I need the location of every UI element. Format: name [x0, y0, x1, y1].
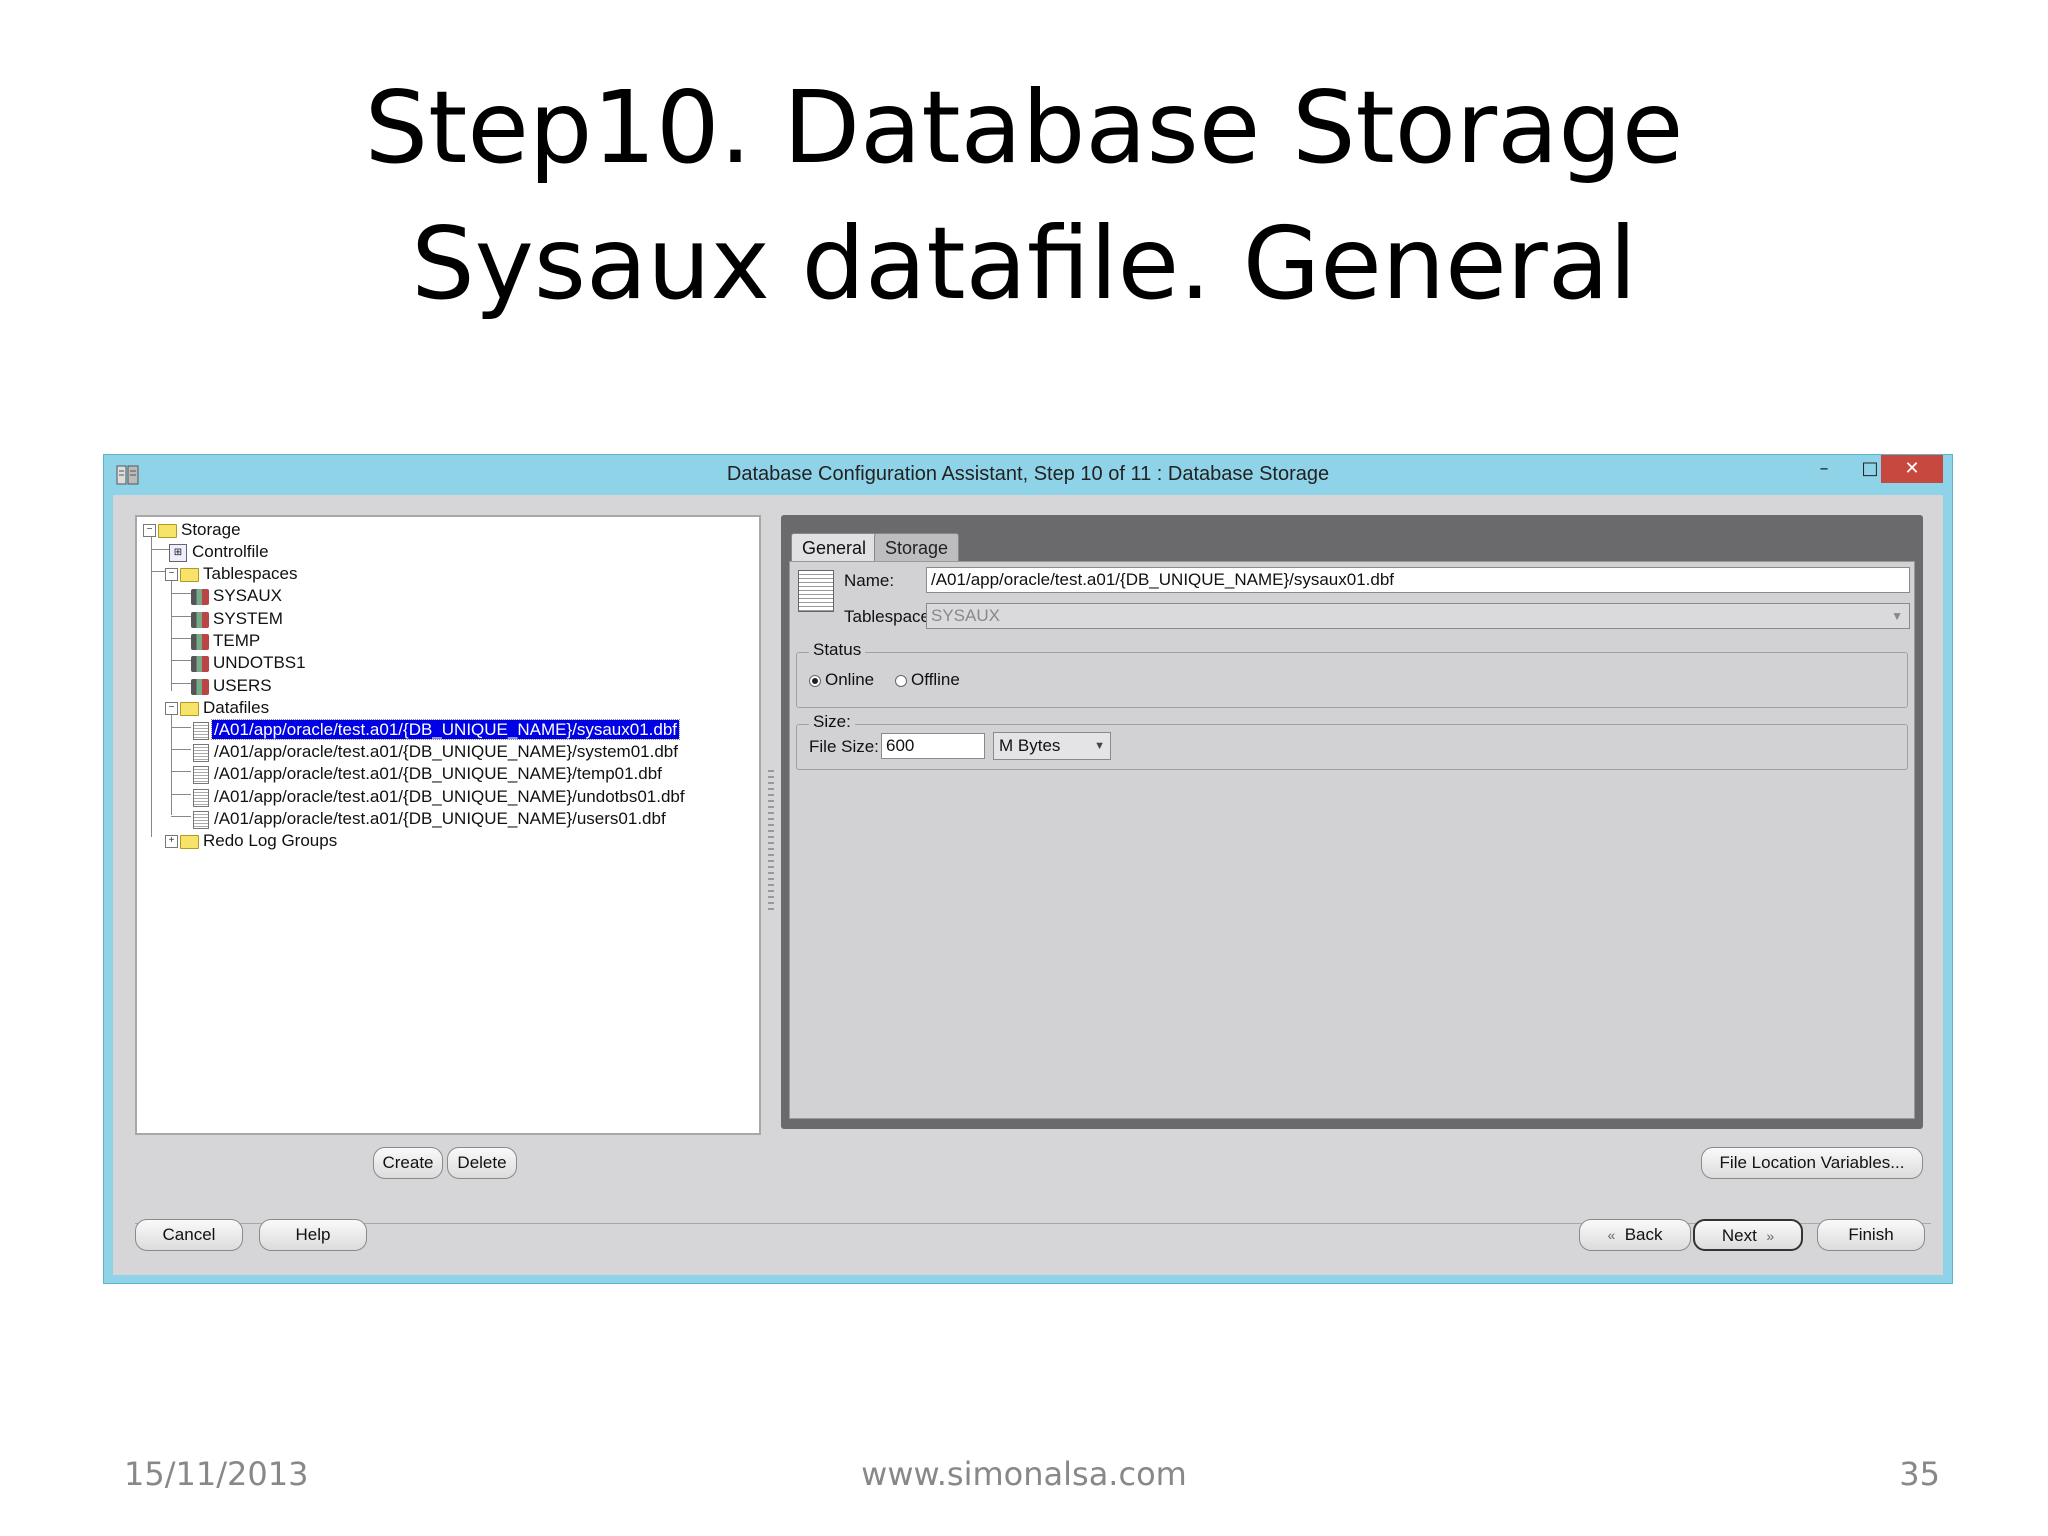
tablespace-icon: [191, 633, 209, 650]
online-radio[interactable]: [809, 675, 821, 687]
dropdown-arrow-icon: ▼: [1891, 609, 1903, 623]
window-title: Database Configuration Assistant, Step 1…: [726, 463, 1330, 485]
dropdown-arrow-icon: ▼: [1094, 740, 1105, 752]
tree-node-label: Controlfile: [192, 542, 269, 561]
folder-icon: [180, 567, 199, 582]
tree-node-label: /A01/app/oracle/test.a01/{DB_UNIQUE_NAME…: [214, 742, 678, 761]
next-chevron-icon: »: [1766, 1228, 1775, 1244]
file-location-variables-button[interactable]: File Location Variables...: [1701, 1147, 1923, 1179]
dbca-window: Database Configuration Assistant, Step 1…: [103, 454, 1953, 1284]
next-label: Next: [1721, 1226, 1757, 1245]
back-chevron-icon: «: [1607, 1227, 1616, 1243]
title-bar[interactable]: Database Configuration Assistant, Step 1…: [104, 455, 1952, 495]
tablespace-value: SYSAUX: [931, 606, 1000, 625]
footer-website: www.simonalsa.com: [861, 1455, 1187, 1493]
tablespace-icon: [191, 678, 209, 695]
back-button[interactable]: « Back: [1579, 1219, 1691, 1251]
panel-splitter-handle[interactable]: [768, 770, 774, 910]
tablespace-label: Tablespace:: [844, 607, 935, 626]
tab-storage[interactable]: Storage: [874, 533, 960, 562]
footer-page-number: 35: [1899, 1455, 1940, 1493]
tree-node-label: Datafiles: [203, 698, 270, 717]
finish-button[interactable]: Finish: [1817, 1219, 1925, 1251]
datafile-icon: [193, 765, 209, 784]
collapse-icon[interactable]: −: [165, 702, 178, 716]
back-label: Back: [1624, 1225, 1663, 1244]
collapse-icon[interactable]: −: [165, 568, 178, 582]
name-label: Name:: [844, 571, 895, 590]
name-field[interactable]: /A01/app/oracle/test.a01/{DB_UNIQUE_NAME…: [926, 567, 1910, 593]
datafile-icon: [193, 743, 209, 762]
detail-panel: General Storage Name: /A01/app/oracle/te…: [781, 515, 1923, 1129]
online-label[interactable]: Online: [825, 670, 874, 690]
tree-node-label: SYSTEM: [213, 609, 283, 628]
tree-node-label: UNDOTBS1: [213, 653, 306, 672]
tree-node-label: /A01/app/oracle/test.a01/{DB_UNIQUE_NAME…: [214, 809, 666, 828]
help-button[interactable]: Help: [259, 1219, 367, 1251]
datafile-icon: [193, 788, 209, 807]
tab-general[interactable]: General: [791, 533, 878, 562]
tree-node-label: /A01/app/oracle/test.a01/{DB_UNIQUE_NAME…: [214, 787, 685, 806]
folder-icon: [180, 834, 199, 849]
tree-node-label: Tablespaces: [203, 564, 298, 583]
window-client-area: − Storage ⊞ Controlfile − Tablespaces SYSAU…: [113, 495, 1943, 1275]
delete-button[interactable]: Delete: [447, 1147, 517, 1179]
tree-node-label: /A01/app/oracle/test.a01/{DB_UNIQUE_NAME…: [214, 764, 662, 783]
cancel-button[interactable]: Cancel: [135, 1219, 243, 1251]
datafile-icon: [193, 810, 209, 829]
controlfile-icon: ⊞: [169, 543, 187, 562]
file-size-input[interactable]: 600: [881, 733, 985, 759]
tree-node-label: SYSAUX: [213, 586, 282, 605]
slide-title-line-2: Sysaux datafile. General: [411, 205, 1637, 322]
status-group-title: Status: [809, 640, 866, 660]
file-size-label: File Size:: [809, 737, 879, 756]
datafile-document-icon: [798, 570, 834, 612]
datafile-icon: [193, 721, 209, 740]
storage-tree[interactable]: − Storage ⊞ Controlfile − Tablespaces SYSAU…: [135, 515, 761, 1135]
expand-icon[interactable]: +: [165, 835, 178, 849]
slide-title-line-1: Step10. Database Storage: [364, 69, 1684, 186]
tablespace-select: SYSAUX ▼: [926, 603, 1910, 629]
tablespace-icon: [191, 588, 209, 605]
tree-node-label: Redo Log Groups: [203, 831, 338, 850]
tree-node-label: /A01/app/oracle/test.a01/{DB_UNIQUE_NAME…: [210, 719, 681, 740]
tablespace-icon: [191, 655, 209, 672]
size-group: Size: File Size: 600 M Bytes ▼: [796, 712, 1908, 770]
folder-icon: [180, 701, 199, 716]
tree-node-redo-log-groups[interactable]: + Redo Log Groups: [165, 828, 339, 854]
folder-icon: [158, 523, 177, 538]
size-group-title: Size:: [809, 712, 855, 732]
tree-node-label: TEMP: [213, 631, 261, 650]
general-tab-content: Name: /A01/app/oracle/test.a01/{DB_UNIQU…: [789, 561, 1915, 1119]
close-button[interactable]: ✕: [1881, 455, 1943, 483]
collapse-icon[interactable]: −: [143, 524, 156, 538]
size-unit-value: M Bytes: [999, 736, 1061, 755]
create-button[interactable]: Create: [373, 1147, 443, 1179]
next-button[interactable]: Next »: [1693, 1219, 1803, 1251]
size-unit-select[interactable]: M Bytes ▼: [993, 732, 1111, 760]
offline-label[interactable]: Offline: [911, 670, 960, 690]
offline-radio[interactable]: [895, 675, 907, 687]
tree-node-label: USERS: [213, 676, 272, 695]
tablespace-icon: [191, 611, 209, 628]
status-group: Status Online Offline: [796, 640, 1908, 708]
minimize-button[interactable]: –: [1804, 455, 1844, 483]
tree-node-label: Storage: [181, 520, 241, 539]
